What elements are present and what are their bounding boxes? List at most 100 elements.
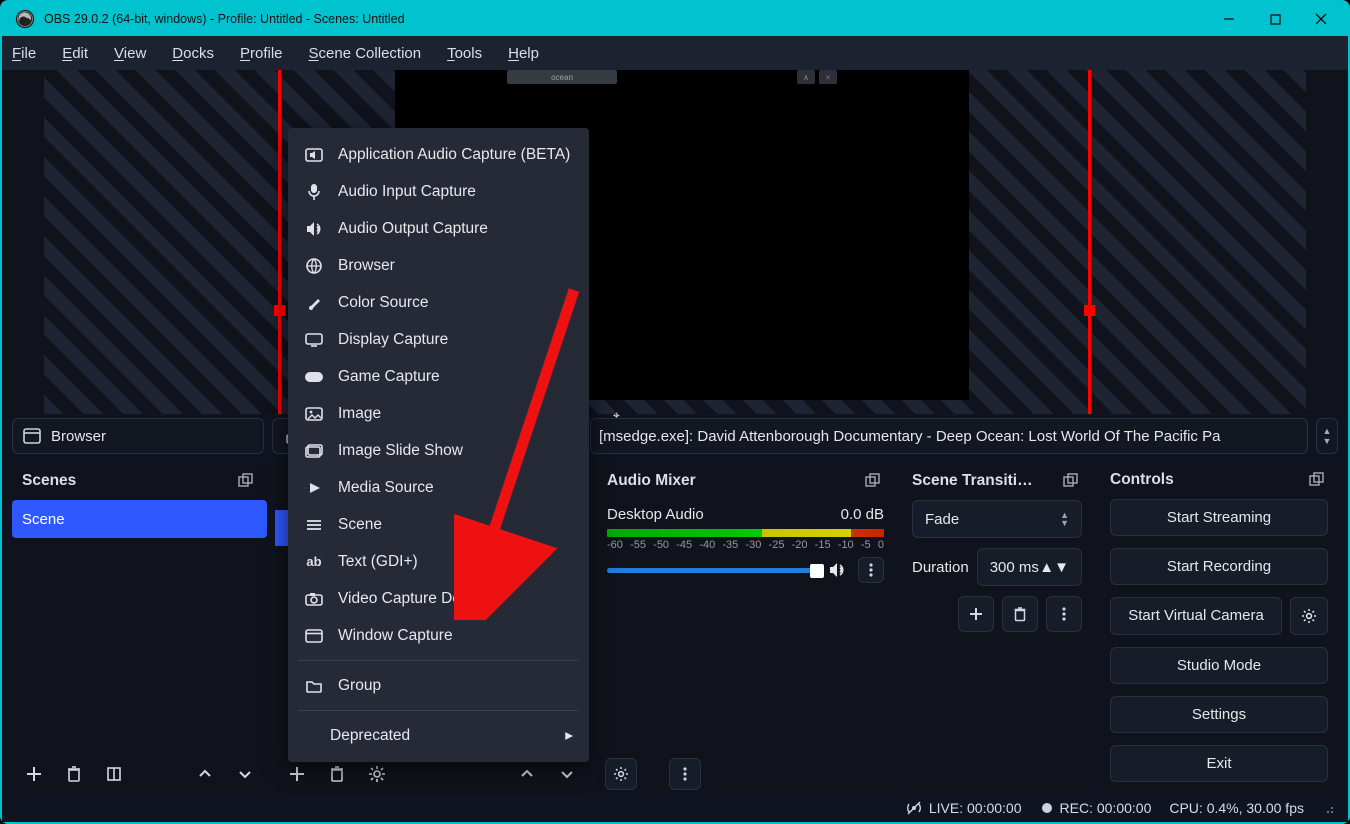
monitor-icon — [304, 333, 324, 347]
scene-up-button[interactable] — [191, 760, 219, 788]
image-icon — [304, 407, 324, 421]
preview-area[interactable]: ocean ∧ × ⌖ — [2, 70, 1348, 414]
source-properties-button[interactable] — [363, 760, 391, 788]
obs-logo-icon — [14, 8, 36, 30]
crop-guide-left — [278, 70, 281, 414]
browser-tab-close-icon: × — [819, 70, 837, 84]
transition-select[interactable]: Fade ▲▼ — [912, 500, 1082, 538]
start-recording-button[interactable]: Start Recording — [1110, 548, 1328, 585]
source-down-button[interactable] — [553, 760, 581, 788]
transition-remove-button[interactable] — [1002, 596, 1038, 632]
duration-input[interactable]: 300 ms ▲▼ — [977, 548, 1082, 586]
menu-tools[interactable]: Tools — [443, 41, 486, 66]
menu-profile[interactable]: Profile — [236, 41, 287, 66]
ctx-scene[interactable]: Scene — [288, 506, 589, 543]
ctx-group[interactable]: Group — [288, 667, 589, 704]
menu-view[interactable]: View — [110, 41, 150, 66]
ctx-display-capture[interactable]: Display Capture — [288, 321, 589, 358]
menu-edit[interactable]: Edit — [58, 41, 92, 66]
ctx-deprecated[interactable]: Deprecated▸ — [288, 717, 589, 754]
brush-icon — [304, 295, 324, 311]
text-icon: ab — [304, 554, 324, 569]
scenes-dock: Scenes Scene — [12, 462, 267, 794]
scene-filter-button[interactable] — [100, 760, 128, 788]
mixer-channel-db: 0.0 dB — [841, 506, 884, 523]
status-rec: REC: 00:00:00 — [1040, 800, 1152, 816]
volume-slider[interactable] — [607, 568, 818, 573]
undock-icon[interactable] — [1306, 469, 1328, 491]
scene-item[interactable]: Scene — [12, 500, 267, 538]
browser-tab-prev-icon: ∧ — [797, 70, 815, 84]
remove-source-button[interactable] — [323, 760, 351, 788]
gamepad-icon — [304, 371, 324, 383]
scene-item-label: Scene — [22, 511, 65, 528]
mixer-advanced-button[interactable] — [605, 758, 637, 790]
remove-scene-button[interactable] — [60, 760, 88, 788]
stepper-icon: ▲▼ — [1039, 559, 1069, 576]
ctx-video-capture-device[interactable]: Video Capture Device — [288, 580, 589, 617]
resize-grip-icon[interactable] — [1322, 802, 1334, 814]
transitions-title: Scene Transiti… — [912, 472, 1033, 490]
studio-mode-button[interactable]: Studio Mode — [1110, 647, 1328, 684]
undock-icon[interactable] — [1060, 470, 1082, 492]
window-select-dropdown[interactable]: [msedge.exe]: David Attenborough Documen… — [590, 418, 1308, 454]
window-icon — [304, 629, 324, 643]
add-scene-button[interactable] — [20, 760, 48, 788]
ctx-app-audio-capture[interactable]: Application Audio Capture (BETA) — [288, 136, 589, 173]
window-icon — [23, 428, 41, 444]
undock-icon[interactable] — [235, 470, 257, 492]
crop-guide-right — [1088, 70, 1091, 414]
ctx-color-source[interactable]: Color Source — [288, 284, 589, 321]
maximize-button[interactable] — [1252, 2, 1298, 36]
broadcast-off-icon — [905, 799, 923, 817]
add-source-context-menu: Application Audio Capture (BETA) Audio I… — [288, 128, 589, 762]
scenes-title: Scenes — [22, 472, 76, 490]
ctx-image-slide-show[interactable]: Image Slide Show — [288, 432, 589, 469]
crop-handle-left[interactable] — [274, 305, 285, 316]
undock-icon[interactable] — [862, 470, 884, 492]
transitions-dock: Scene Transiti… Fade ▲▼ Duration 300 ms … — [902, 462, 1092, 794]
transition-add-button[interactable] — [958, 596, 994, 632]
stepper-icon: ▲▼ — [1060, 511, 1069, 527]
camera-icon — [304, 592, 324, 606]
globe-icon — [304, 258, 324, 274]
menu-docks[interactable]: Docks — [168, 41, 218, 66]
close-button[interactable] — [1298, 2, 1344, 36]
speaker-icon[interactable] — [828, 561, 848, 579]
start-virtual-camera-button[interactable]: Start Virtual Camera — [1110, 597, 1282, 635]
play-icon — [304, 481, 324, 495]
audio-meter — [607, 529, 884, 537]
ctx-text-gdi[interactable]: abText (GDI+) — [288, 543, 589, 580]
ctx-image[interactable]: Image — [288, 395, 589, 432]
source-up-button[interactable] — [513, 760, 541, 788]
status-cpu: CPU: 0.4%, 30.00 fps — [1169, 800, 1304, 816]
channel-options-button[interactable] — [858, 557, 884, 583]
start-streaming-button[interactable]: Start Streaming — [1110, 499, 1328, 536]
mixer-menu-button[interactable] — [669, 758, 701, 790]
minimize-button[interactable] — [1206, 2, 1252, 36]
window-select-stepper[interactable]: ▲▼ — [1316, 418, 1338, 454]
ctx-audio-output-capture[interactable]: Audio Output Capture — [288, 210, 589, 247]
microphone-icon — [304, 183, 324, 201]
scene-down-button[interactable] — [231, 760, 259, 788]
add-source-button[interactable] — [283, 760, 311, 788]
source-browser-chip[interactable]: Browser — [12, 418, 264, 454]
virtual-camera-settings-button[interactable] — [1290, 597, 1328, 635]
settings-button[interactable]: Settings — [1110, 696, 1328, 733]
menu-help[interactable]: Help — [504, 41, 543, 66]
ctx-media-source[interactable]: Media Source — [288, 469, 589, 506]
menu-file[interactable]: File — [8, 41, 40, 66]
chevron-right-icon: ▸ — [565, 726, 573, 745]
crop-handle-right[interactable] — [1084, 305, 1095, 316]
app-audio-icon — [304, 147, 324, 163]
exit-button[interactable]: Exit — [1110, 745, 1328, 782]
menu-bar: File Edit View Docks Profile Scene Colle… — [2, 36, 1348, 70]
ctx-window-capture[interactable]: Window Capture — [288, 617, 589, 654]
transition-properties-button[interactable] — [1046, 596, 1082, 632]
menu-scene-collection[interactable]: Scene Collection — [305, 41, 426, 66]
ctx-audio-input-capture[interactable]: Audio Input Capture — [288, 173, 589, 210]
ctx-browser[interactable]: Browser — [288, 247, 589, 284]
controls-title: Controls — [1110, 471, 1174, 489]
audio-meter-ticks: -60-55-50-45-40-35-30-25-20-15-10-50 — [607, 537, 884, 551]
ctx-game-capture[interactable]: Game Capture — [288, 358, 589, 395]
